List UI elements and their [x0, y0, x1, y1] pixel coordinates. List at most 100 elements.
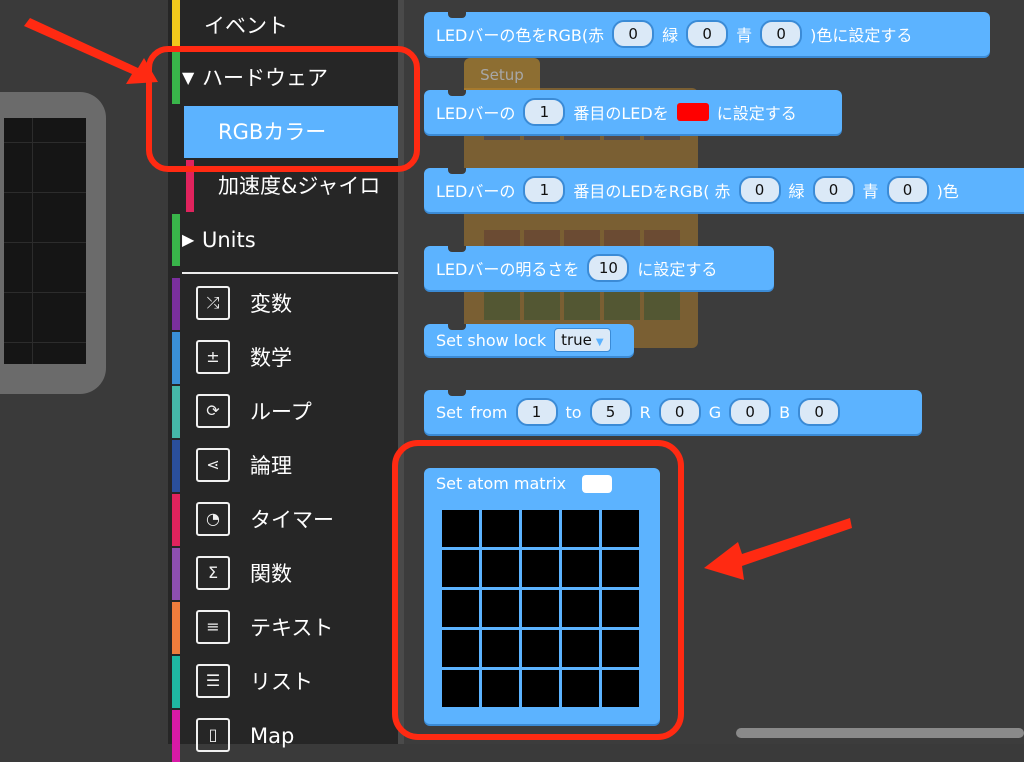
category-item[interactable]: ⋖ 論理 [168, 440, 398, 492]
workspace-horizontal-scrollbar[interactable] [736, 728, 1024, 738]
block-led-bar-nth-rgb[interactable]: LEDバーの 1 番目のLEDをRGB( 赤 0 緑 0 青 0 )色 [424, 168, 1024, 212]
annotation-highlight-hardware [146, 46, 420, 172]
category-label: Units [202, 228, 256, 252]
device-preview-panel [0, 0, 168, 744]
category-color-bar [172, 710, 180, 762]
block-text: Set [436, 402, 463, 422]
list-icon: ☰ [196, 664, 230, 698]
device-led-grid [4, 118, 86, 364]
block-text: 番目のLEDをRGB( 赤 [573, 182, 731, 201]
blue-value-input[interactable]: 0 [798, 398, 841, 426]
category-item[interactable]: ≡ テキスト [168, 602, 398, 654]
text-card-icon: ≡ [196, 610, 230, 644]
category-item[interactable]: ☰ リスト [168, 656, 398, 708]
grid-line [4, 242, 86, 243]
grid-line [32, 118, 33, 364]
category-color-bar [172, 602, 180, 654]
block-text: 青 [736, 26, 753, 45]
sidebar-divider [182, 272, 398, 274]
block-text: )色に設定する [810, 26, 913, 45]
grid-line [4, 292, 86, 293]
ghost-led-cell [644, 290, 680, 320]
color-swatch[interactable] [676, 103, 709, 121]
category-label: イベント [204, 14, 288, 38]
category-units[interactable]: ▶ Units [168, 214, 398, 266]
block-text: LEDバーの明るさを [436, 260, 580, 279]
ghost-led-cell [524, 290, 560, 320]
annotation-highlight-matrix [392, 440, 684, 740]
block-text: to [565, 402, 582, 422]
category-item[interactable]: ⟳ ループ [168, 386, 398, 438]
category-color-bar [172, 332, 180, 384]
block-set-range-rgb[interactable]: Set from 1 to 5 R 0 G 0 B 0 [424, 390, 922, 434]
block-text: 緑 [662, 26, 679, 45]
category-item[interactable]: ▯ Map [168, 710, 398, 762]
block-text: )色 [936, 182, 959, 201]
block-text: G [708, 402, 722, 422]
category-item[interactable]: ± 数学 [168, 332, 398, 384]
red-value-input[interactable]: 0 [738, 176, 781, 204]
blue-value-input[interactable]: 0 [886, 176, 929, 204]
blue-value-input[interactable]: 0 [760, 20, 803, 48]
block-text: に設定する [716, 104, 797, 123]
block-text: に設定する [637, 260, 718, 279]
category-color-bar [172, 548, 180, 600]
block-led-bar-nth-color[interactable]: LEDバーの 1 番目のLEDを に設定する [424, 90, 842, 134]
red-value-input[interactable]: 0 [658, 398, 701, 426]
block-text: 番目のLEDを [573, 104, 669, 123]
led-index-input[interactable]: 1 [523, 98, 566, 126]
category-event[interactable]: イベント [168, 0, 398, 52]
category-label: テキスト [250, 616, 334, 640]
expand-triangle-icon[interactable]: ▶ [182, 214, 194, 266]
category-item[interactable]: ◔ タイマー [168, 494, 398, 546]
category-label: タイマー [250, 508, 334, 532]
category-item[interactable]: ⤮ 変数 [168, 278, 398, 330]
grid-line [4, 192, 86, 193]
category-item[interactable]: Σ 関数 [168, 548, 398, 600]
branch-icon: ⋖ [196, 448, 230, 482]
category-color-bar [172, 440, 180, 492]
calculator-icon: ± [196, 340, 230, 374]
setup-tab: Setup [464, 58, 540, 90]
red-value-input[interactable]: 0 [612, 20, 655, 48]
block-led-bar-rgb-color[interactable]: LEDバーの色をRGB(赤 0 緑 0 青 0 )色に設定する [424, 12, 990, 56]
green-value-input[interactable]: 0 [729, 398, 772, 426]
block-text: R [639, 402, 651, 422]
category-color-bar [172, 386, 180, 438]
ghost-led-cell [604, 290, 640, 320]
stopwatch-icon: ◔ [196, 502, 230, 536]
block-text: LEDバーの [436, 182, 516, 201]
arrow-shape [24, 18, 158, 84]
to-input[interactable]: 5 [589, 398, 632, 426]
block-set-show-lock[interactable]: Set show lock true ▼ [424, 324, 634, 356]
green-value-input[interactable]: 0 [812, 176, 855, 204]
block-text: B [779, 402, 791, 422]
category-color-bar [172, 0, 180, 52]
green-value-input[interactable]: 0 [686, 20, 729, 48]
device-led-screen [4, 118, 86, 364]
loop-icon: ⟳ [196, 394, 230, 428]
dropdown-value: true [561, 331, 592, 349]
annotation-arrow-icon [704, 518, 852, 580]
grid-line [4, 342, 86, 343]
from-input[interactable]: 1 [515, 398, 558, 426]
block-text: 緑 [788, 182, 805, 201]
shuffle-icon: ⤮ [196, 286, 230, 320]
annotation-arrow-icon [24, 18, 158, 84]
category-label: Map [250, 724, 295, 748]
grid-line [4, 142, 86, 143]
category-color-bar [172, 214, 180, 266]
block-led-bar-brightness[interactable]: LEDバーの明るさを 10 に設定する [424, 246, 774, 290]
led-index-input[interactable]: 1 [523, 176, 566, 204]
show-lock-dropdown[interactable]: true ▼ [554, 328, 611, 352]
block-text: Set show lock [436, 330, 547, 350]
category-color-bar [172, 494, 180, 546]
block-text: from [470, 402, 508, 422]
ghost-led-cell [564, 290, 600, 320]
sigma-icon: Σ [196, 556, 230, 590]
block-text: 青 [862, 182, 879, 201]
category-label: リスト [250, 670, 313, 694]
category-color-bar [172, 656, 180, 708]
brightness-input[interactable]: 10 [587, 254, 630, 282]
map-icon: ▯ [196, 718, 230, 752]
